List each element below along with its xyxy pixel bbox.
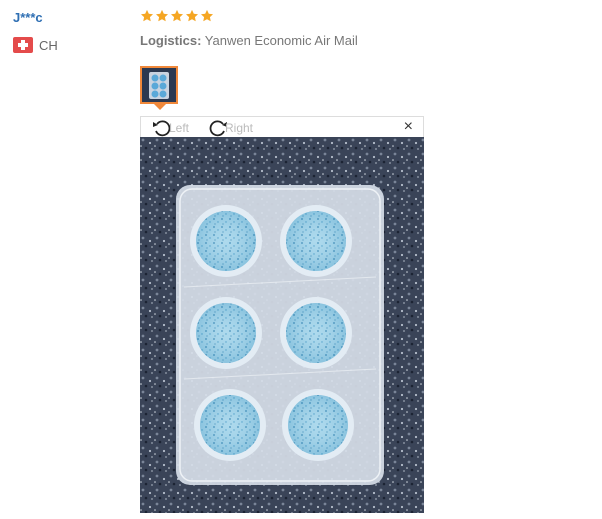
rotate-left-button[interactable]: Left — [151, 118, 189, 138]
thumbnail-image — [142, 68, 176, 102]
image-viewer-toolbar: Left Right × — [140, 116, 424, 137]
review-photo-large — [140, 137, 424, 513]
rotate-right-button[interactable]: Right — [207, 118, 253, 138]
star-rating — [140, 9, 214, 23]
reviewer-name[interactable]: J***c — [13, 10, 43, 25]
country-code: CH — [39, 37, 58, 53]
reviewer-country: CH — [13, 37, 58, 53]
rotate-right-label: Right — [225, 121, 254, 135]
rotate-left-label: Left — [169, 121, 190, 135]
star-icon — [140, 9, 154, 22]
star-icon — [155, 9, 169, 22]
star-icon — [185, 9, 199, 22]
review-photo-thumbnail[interactable] — [140, 66, 178, 104]
thumbnail-selected-caret — [154, 104, 166, 110]
photo-image — [140, 137, 424, 513]
logistics-value: Yanwen Economic Air Mail — [204, 33, 358, 48]
review-entry: J***c CH Logistics: Yanwen Economic Air … — [0, 0, 602, 519]
star-icon — [200, 9, 214, 22]
logistics-info: Logistics: Yanwen Economic Air Mail — [140, 33, 358, 48]
star-icon — [170, 9, 184, 22]
close-icon[interactable]: × — [404, 118, 413, 136]
switzerland-flag-icon — [13, 37, 33, 53]
logistics-label: Logistics: — [140, 33, 202, 48]
